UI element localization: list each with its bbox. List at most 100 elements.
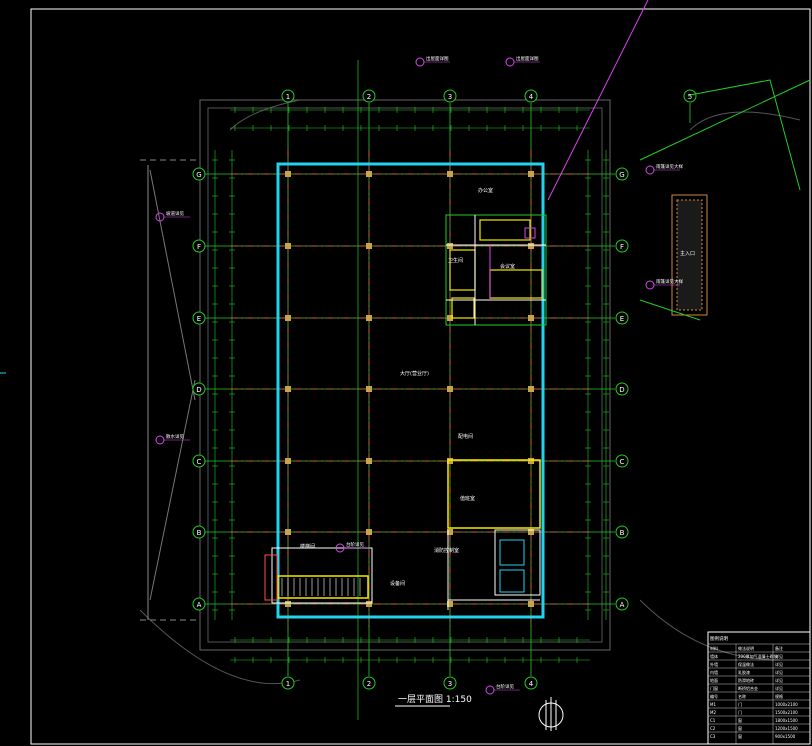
axis-label-C: C <box>620 458 625 466</box>
callout-text: 雨篷详见大样 <box>656 278 683 285</box>
callout-bubble <box>645 280 655 290</box>
axis-label-A: A <box>197 601 202 609</box>
legend-cell: 规格 <box>775 693 783 699</box>
legend-cell: M1 <box>710 702 716 707</box>
legend-cell: 备注 <box>775 645 783 651</box>
callout-bubble <box>485 685 495 695</box>
callout-bubble <box>155 435 165 445</box>
structural-column <box>528 315 534 321</box>
legend-cell: 详见 <box>775 669 783 675</box>
structural-column <box>447 171 453 177</box>
structural-column <box>528 458 534 464</box>
axis-label-2: 2 <box>367 93 371 101</box>
structural-column <box>528 171 534 177</box>
callout-bubble <box>505 57 515 67</box>
callout-text: 出屋面详图 <box>516 55 539 62</box>
legend-cell: 详见 <box>775 661 783 667</box>
stair-label: 楼梯间 <box>300 543 315 550</box>
legend-cell: 门窗 <box>710 685 718 691</box>
axis-label-B: B <box>197 529 202 537</box>
callout-text: 坡道详见 <box>166 210 184 217</box>
legend-cell: 门 <box>738 709 742 715</box>
axis-label-B: B <box>620 529 625 537</box>
main-hall-label: 大厅(营业厅) <box>400 370 429 377</box>
legend-table: 图例说明 材料 做法说明 备注墙体 200厚加气混凝土砌块详见外墙 保温做法 详见内墙 乳胶… <box>707 631 811 745</box>
building-outline <box>276 162 545 619</box>
legend-cell: 材料 <box>710 645 718 651</box>
axis-label-A: A <box>620 601 625 609</box>
axis-label-E: E <box>197 315 201 323</box>
structural-column <box>285 171 291 177</box>
axis-label-F: F <box>620 243 624 251</box>
legend-cell: 窗 <box>738 733 742 739</box>
drawing-title: 一层平面图 1:150 <box>398 694 472 705</box>
structural-column <box>285 529 291 535</box>
power-room-label: 配电间 <box>458 433 473 440</box>
legend-cell: 详见 <box>775 685 783 691</box>
callout-bubble <box>415 57 425 67</box>
callout-bubble <box>645 165 655 175</box>
axis-label-1: 1 <box>286 680 290 688</box>
legend-cell: 窗 <box>738 725 742 731</box>
rooms-lower-right <box>447 459 541 610</box>
structural-column <box>285 458 291 464</box>
stair-lower-left <box>264 547 373 604</box>
callout-text: 散水详见 <box>166 433 184 440</box>
duty-room-label: 值班室 <box>460 495 475 502</box>
legend-cell: C1 <box>710 718 716 723</box>
equipment-label: 设备间 <box>390 580 405 587</box>
floor-plan-drawing: 112233445G GF FE ED DC CB BA A 出屋面详图 出屋面… <box>0 0 811 745</box>
structural-column <box>528 386 534 392</box>
structural-column <box>285 315 291 321</box>
legend-cell: 900x1500 <box>775 734 796 739</box>
meeting-label: 会议室 <box>500 263 515 270</box>
legend-cell: 防滑地砖 <box>738 677 754 683</box>
axis-label-F: F <box>197 243 201 251</box>
legend-cell: 详见 <box>775 653 783 659</box>
structural-column <box>528 243 534 249</box>
legend-cell: 详见 <box>775 677 783 683</box>
office-label: 办公室 <box>478 187 493 194</box>
callout-text: 出屋面详图 <box>426 55 449 62</box>
legend-cell: 1200x1500 <box>775 726 798 731</box>
axis-label-4: 4 <box>529 680 534 688</box>
axis-label-E: E <box>620 315 624 323</box>
legend-cell: 墙体 <box>710 653 718 659</box>
legend-cell: 保温做法 <box>738 661 754 667</box>
axis-label-3: 3 <box>448 93 452 101</box>
structural-column <box>366 315 372 321</box>
legend-cell: 做法说明 <box>738 645 754 651</box>
legend-cell: C3 <box>710 734 716 739</box>
callout-text: 台阶详见 <box>496 683 514 690</box>
legend-cell: 乳胶漆 <box>738 669 750 675</box>
structural-column <box>528 601 534 607</box>
axis-label-G: G <box>619 171 624 179</box>
legend-cell: 1800x1500 <box>775 718 798 723</box>
structural-column <box>447 243 453 249</box>
axis-label-4: 4 <box>529 93 534 101</box>
axis-label-G: G <box>196 171 201 179</box>
structural-column <box>285 386 291 392</box>
legend-cell: 地面 <box>710 677 718 683</box>
axis-label-D: D <box>619 386 624 394</box>
axis-label-2: 2 <box>367 680 371 688</box>
axis-label-3: 3 <box>448 680 452 688</box>
legend-cell: 门 <box>738 701 742 707</box>
structural-column <box>285 243 291 249</box>
entry-label: 主入口 <box>680 250 695 257</box>
structural-column <box>366 458 372 464</box>
axis-label-C: C <box>197 458 202 466</box>
legend-cell: 窗 <box>738 717 742 723</box>
axis-label-D: D <box>196 386 201 394</box>
callout-text: 台阶详见 <box>346 541 364 548</box>
legend-cell: 1000x2100 <box>775 702 798 707</box>
legend-cell: 断桥铝合金 <box>738 685 758 691</box>
structural-column <box>366 601 372 607</box>
legend-cell: C2 <box>710 726 716 731</box>
legend-cell: 内墙 <box>710 669 718 675</box>
structural-column <box>447 386 453 392</box>
structural-column <box>366 529 372 535</box>
legend-header: 图例说明 <box>710 635 728 642</box>
room-labels: 大厅(营业厅) 办公室 卫生间 会议室 配电间 值班室 消防控制室 楼梯间 设备… <box>300 187 695 587</box>
north-arrow-icon <box>538 697 564 731</box>
